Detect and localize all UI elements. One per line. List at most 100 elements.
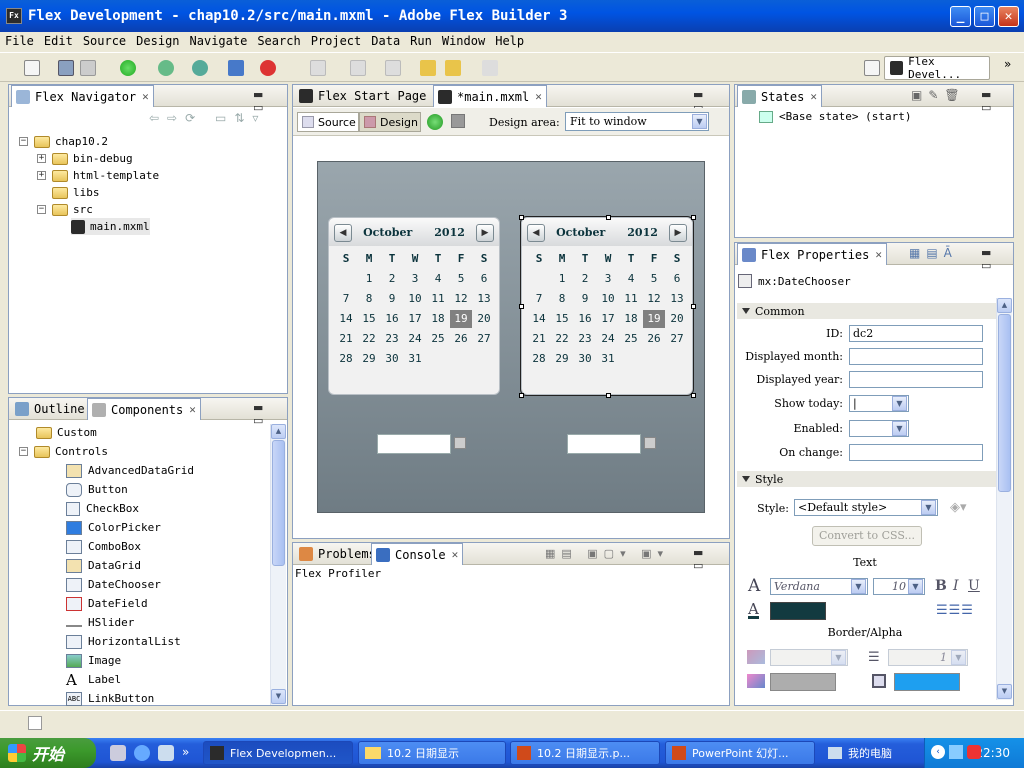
show-today-select[interactable]: | ▼ xyxy=(849,395,909,412)
day-cell[interactable]: 28 xyxy=(528,350,550,368)
tree-item-main-mxml[interactable]: main.mxml xyxy=(71,218,150,235)
selection-handle[interactable] xyxy=(691,304,696,309)
component-image[interactable]: Image xyxy=(66,651,121,670)
menu-help[interactable]: Help xyxy=(490,34,529,48)
profile-icon[interactable] xyxy=(192,60,208,76)
day-cell[interactable]: 10 xyxy=(404,290,426,308)
view-mode-toolbar[interactable]: ▦▤Ā xyxy=(909,246,958,260)
day-cell[interactable]: 11 xyxy=(620,290,642,308)
refresh-icon[interactable] xyxy=(427,114,443,130)
day-cell[interactable]: 24 xyxy=(597,330,619,348)
day-cell[interactable]: 26 xyxy=(643,330,665,348)
day-cell[interactable]: 24 xyxy=(404,330,426,348)
open-perspective-icon[interactable] xyxy=(864,60,880,76)
day-cell[interactable]: 4 xyxy=(427,270,449,288)
day-cell[interactable]: 21 xyxy=(528,330,550,348)
border-color-swatch[interactable] xyxy=(770,673,836,691)
states-toolbar[interactable]: ▣✎🗑 xyxy=(911,88,966,102)
prev-month-button[interactable]: ◀ xyxy=(527,224,545,242)
day-cell[interactable]: 18 xyxy=(620,310,642,328)
tab-main-mxml[interactable]: *main.mxml ✕ xyxy=(433,85,547,107)
day-cell[interactable]: 29 xyxy=(551,350,573,368)
save-icon[interactable] xyxy=(58,60,74,76)
run-icon[interactable] xyxy=(120,60,136,76)
start-button[interactable]: 开始 xyxy=(0,738,96,768)
tab-components[interactable]: Components ✕ xyxy=(87,398,201,420)
day-cell[interactable]: 22 xyxy=(358,330,380,348)
day-cell[interactable]: 4 xyxy=(620,270,642,288)
day-cell[interactable]: 16 xyxy=(574,310,596,328)
day-cell[interactable]: 17 xyxy=(404,310,426,328)
tray-expand-icon[interactable]: ‹ xyxy=(931,745,945,759)
day-cell[interactable]: 1 xyxy=(358,270,380,288)
datefield-1-input[interactable] xyxy=(377,434,451,454)
selection-handle[interactable] xyxy=(691,393,696,398)
day-cell[interactable]: 5 xyxy=(643,270,665,288)
tab-problems[interactable]: Problems xyxy=(295,543,380,565)
datefield-2-input[interactable] xyxy=(567,434,641,454)
state-item-base[interactable]: <Base state> (start) xyxy=(759,110,911,123)
displayed-year-field[interactable] xyxy=(849,371,983,388)
task-flex-builder[interactable]: Flex Developmen... xyxy=(203,741,353,765)
selection-handle[interactable] xyxy=(519,215,524,220)
close-tab-icon[interactable]: ✕ xyxy=(452,548,459,561)
menu-design[interactable]: Design xyxy=(131,34,184,48)
media-player-icon[interactable] xyxy=(158,745,174,761)
fill-color-swatch[interactable] xyxy=(894,673,960,691)
components-scrollbar[interactable]: ▲ ▼ xyxy=(270,424,286,705)
italic-icon[interactable]: I xyxy=(953,578,959,594)
tree-item-libs[interactable]: libs xyxy=(52,184,100,201)
minimize-maximize-icons[interactable]: ▬ ▭ xyxy=(693,546,729,572)
task-folder[interactable]: 10.2 日期显示 xyxy=(358,741,506,765)
day-cell[interactable]: 9 xyxy=(574,290,596,308)
calendar-icon[interactable] xyxy=(644,437,656,449)
minimize-maximize-icons[interactable]: ▬ ▭ xyxy=(981,88,1013,114)
day-cell[interactable]: 23 xyxy=(381,330,403,348)
scroll-down-icon[interactable]: ▼ xyxy=(997,684,1012,699)
day-cell[interactable]: 27 xyxy=(473,330,495,348)
close-tab-icon[interactable]: ✕ xyxy=(189,403,196,416)
collapse-icon[interactable]: − xyxy=(19,447,28,456)
datechooser-1[interactable]: October 2012 ◀ ▶ S M T W T F S 1 2 3 4 5 6 7 8 9 10 11 12 1… xyxy=(328,217,500,395)
tab-flex-start-page[interactable]: Flex Start Page xyxy=(295,85,430,107)
minimize-maximize-icons[interactable]: ▬ ▭ xyxy=(981,246,1013,272)
day-cell[interactable]: 13 xyxy=(473,290,495,308)
tab-flex-navigator[interactable]: Flex Navigator ✕ xyxy=(11,85,154,107)
day-cell[interactable]: 29 xyxy=(358,350,380,368)
component-horizontallist[interactable]: HorizontalList xyxy=(66,632,181,651)
collapse-icon[interactable]: − xyxy=(37,205,46,214)
day-cell[interactable]: 8 xyxy=(551,290,573,308)
align-icons[interactable]: ☰☰☰ xyxy=(936,603,974,618)
datechooser-2[interactable]: October 2012 ◀ ▶ S M T W T F S 1 2 3 4 5 6 7 8 9 10 11 12 1… xyxy=(519,215,696,398)
day-cell[interactable]: 1 xyxy=(551,270,573,288)
menu-source[interactable]: Source xyxy=(78,34,131,48)
tree-item-bin-debug[interactable]: + bin-debug xyxy=(37,150,133,167)
back-icon[interactable] xyxy=(445,60,461,76)
tree-item-chap10-2[interactable]: − chap10.2 xyxy=(19,133,108,150)
selection-handle[interactable] xyxy=(691,215,696,220)
day-cell[interactable]: 28 xyxy=(335,350,357,368)
expand-icon[interactable]: + xyxy=(37,154,46,163)
day-cell[interactable]: 15 xyxy=(358,310,380,328)
day-cell-today[interactable]: 19 xyxy=(450,310,472,328)
day-cell[interactable]: 26 xyxy=(450,330,472,348)
component-advanceddatagrid[interactable]: AdvancedDataGrid xyxy=(66,461,194,480)
collapse-icon[interactable]: − xyxy=(19,137,28,146)
print-icon[interactable] xyxy=(80,60,96,76)
component-combobox[interactable]: ComboBox xyxy=(66,537,141,556)
day-cell[interactable]: 7 xyxy=(335,290,357,308)
day-cell-today[interactable]: 19 xyxy=(643,310,665,328)
new-file-icon[interactable] xyxy=(24,60,40,76)
border-thickness-select[interactable]: 1 ▼ xyxy=(888,649,968,666)
day-cell[interactable]: 5 xyxy=(450,270,472,288)
day-cell[interactable]: 16 xyxy=(381,310,403,328)
day-cell[interactable]: 2 xyxy=(381,270,403,288)
day-cell[interactable]: 27 xyxy=(666,330,688,348)
day-cell[interactable]: 23 xyxy=(574,330,596,348)
border-style-select[interactable]: ▼ xyxy=(770,649,848,666)
component-colorpicker[interactable]: ColorPicker xyxy=(66,518,161,537)
day-cell[interactable]: 10 xyxy=(597,290,619,308)
close-button[interactable]: ✕ xyxy=(998,6,1019,27)
font-family-select[interactable]: Verdana ▼ xyxy=(770,578,868,595)
menu-run[interactable]: Run xyxy=(405,34,437,48)
